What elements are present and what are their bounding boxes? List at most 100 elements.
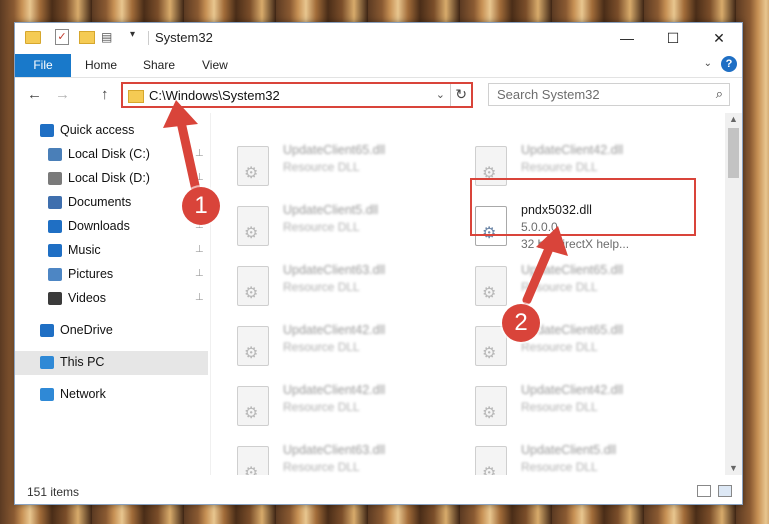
gear-icon: ⚙ xyxy=(244,405,259,422)
file-item[interactable]: ⚙ UpdateClient65.dll Resource DLL xyxy=(450,321,670,371)
title-bar: ✓ ▤ ▾ System32 — ☐ ✕ xyxy=(15,23,742,53)
navigation-bar: ← → ↑ C:\Windows\System32 ⌄ ↻ Search Sys… xyxy=(15,78,742,112)
file-detail: Resource DLL xyxy=(283,220,360,234)
computer-icon xyxy=(40,356,54,369)
expand-ribbon-chevron-icon[interactable]: ⌄ xyxy=(704,58,712,69)
file-item[interactable]: ⚙ UpdateClient42.dll Resource DLL xyxy=(212,321,432,371)
star-icon xyxy=(40,124,54,137)
file-detail: Resource DLL xyxy=(521,460,598,474)
file-detail: Resource DLL xyxy=(283,340,360,354)
pane-divider[interactable] xyxy=(210,113,211,475)
sidebar-item-this-pc[interactable]: This PC xyxy=(15,351,208,375)
gear-icon: ⚙ xyxy=(244,165,259,182)
file-name: UpdateClient42.dll xyxy=(521,143,624,157)
scrollbar-thumb[interactable] xyxy=(728,128,739,178)
dll-file-icon: ⚙ xyxy=(475,386,507,426)
window-title: System32 xyxy=(155,30,213,45)
file-name: UpdateClient5.dll xyxy=(283,203,379,217)
back-button[interactable]: ← xyxy=(27,86,42,103)
file-item[interactable]: ⚙ UpdateClient5.dll Resource DLL xyxy=(450,441,670,475)
close-button[interactable]: ✕ xyxy=(696,23,742,53)
new-folder-icon[interactable] xyxy=(79,31,95,44)
quick-access-toolbar-dropdown[interactable]: ▾ xyxy=(130,29,135,40)
sidebar-item-quick-access[interactable]: Quick access xyxy=(15,119,208,143)
dll-file-icon: ⚙ xyxy=(237,446,269,475)
network-icon xyxy=(40,388,54,401)
refresh-button[interactable]: ↻ xyxy=(455,86,467,103)
file-highlight-box xyxy=(470,178,696,236)
dll-file-icon: ⚙ xyxy=(475,266,507,306)
pin-icon: ⊥ xyxy=(195,292,204,303)
folder-icon xyxy=(128,90,144,103)
gear-icon: ⚙ xyxy=(244,285,259,302)
address-divider xyxy=(450,84,451,106)
sidebar-item-documents[interactable]: Documents⊥ xyxy=(15,191,208,215)
file-detail: Resource DLL xyxy=(283,160,360,174)
sidebar-item-label: Documents xyxy=(68,195,132,209)
sidebar-item-label: Downloads xyxy=(68,219,130,233)
status-bar: 151 items xyxy=(15,478,742,504)
file-item[interactable]: ⚙ UpdateClient63.dll Resource DLL xyxy=(212,441,432,475)
sidebar-item-downloads[interactable]: Downloads ⊥ xyxy=(15,215,208,239)
drive-icon xyxy=(48,148,62,161)
tab-share[interactable]: Share xyxy=(143,54,175,77)
sidebar-item-label: Videos xyxy=(68,291,106,305)
address-history-dropdown[interactable]: ⌄ xyxy=(436,88,445,101)
pin-icon: ⊥ xyxy=(195,244,204,255)
file-detail: Resource DLL xyxy=(283,280,360,294)
file-item[interactable]: ⚙ UpdateClient63.dll Resource DLL xyxy=(212,261,432,311)
tab-home[interactable]: Home xyxy=(85,54,117,77)
sidebar-item-network[interactable]: Network xyxy=(15,383,208,407)
sidebar-item-label: Local Disk (C:) xyxy=(68,147,150,161)
scroll-down-arrow-icon[interactable]: ▼ xyxy=(729,463,738,473)
address-bar[interactable]: C:\Windows\System32 ⌄ ↻ xyxy=(121,82,473,108)
customize-icon[interactable]: ▤ xyxy=(101,30,112,44)
details-view-icon[interactable] xyxy=(697,485,711,497)
minimize-button[interactable]: — xyxy=(604,23,650,53)
file-item[interactable]: ⚙ UpdateClient42.dll Resource DLL xyxy=(450,381,670,431)
search-icon[interactable]: ⌕ xyxy=(716,86,723,102)
large-icons-view-icon[interactable] xyxy=(718,485,732,497)
pictures-icon xyxy=(48,268,62,281)
navigation-pane: Quick access Local Disk (C:) ⊥ Local Disk (… xyxy=(15,113,208,475)
properties-check-icon[interactable]: ✓ xyxy=(55,29,69,45)
search-input[interactable]: Search System32 ⌕ xyxy=(488,83,730,106)
sidebar-item-label: Network xyxy=(60,387,106,401)
sidebar-item-label: Music xyxy=(68,243,101,257)
vertical-scrollbar[interactable]: ▲ ▼ xyxy=(725,113,742,475)
tab-file[interactable]: File xyxy=(15,54,71,77)
file-detail: Resource DLL xyxy=(283,460,360,474)
sidebar-item-videos[interactable]: Videos ⊥ xyxy=(15,287,208,311)
file-item[interactable]: ⚙ UpdateClient42.dll Resource DLL xyxy=(212,381,432,431)
gear-icon: ⚙ xyxy=(482,345,497,362)
maximize-button[interactable]: ☐ xyxy=(650,23,696,53)
videos-icon xyxy=(48,292,62,305)
file-item[interactable]: ⚙ UpdateClient65.dll Resource DLL xyxy=(450,261,670,311)
file-detail: Resource DLL xyxy=(521,280,598,294)
sidebar-item-label: Local Disk (D:) xyxy=(68,171,150,185)
tab-view[interactable]: View xyxy=(202,54,228,77)
sidebar-item-pictures[interactable]: Pictures ⊥ xyxy=(15,263,208,287)
help-icon[interactable]: ? xyxy=(721,56,737,72)
file-detail: Resource DLL xyxy=(283,400,360,414)
up-button[interactable]: ↑ xyxy=(101,86,109,103)
file-detail: Resource DLL xyxy=(521,400,598,414)
file-item[interactable]: ⚙ UpdateClient5.dll Resource DLL xyxy=(212,201,432,251)
file-detail: Resource DLL xyxy=(521,160,598,174)
dll-file-icon: ⚙ xyxy=(237,266,269,306)
address-path[interactable]: C:\Windows\System32 xyxy=(149,88,280,103)
sidebar-item-local-disk-d[interactable]: Local Disk (D:) ⊥ xyxy=(15,167,208,191)
dll-file-icon: ⚙ xyxy=(237,206,269,246)
dll-file-icon: ⚙ xyxy=(237,386,269,426)
file-item[interactable]: ⚙ UpdateClient65.dll Resource DLL xyxy=(212,141,432,191)
sidebar-item-local-disk-c[interactable]: Local Disk (C:) ⊥ xyxy=(15,143,208,167)
sidebar-item-onedrive[interactable]: OneDrive xyxy=(15,319,208,343)
sidebar-item-label: Pictures xyxy=(68,267,114,281)
sidebar-item-music[interactable]: Music ⊥ xyxy=(15,239,208,263)
forward-button[interactable]: → xyxy=(55,86,70,103)
callout-2: 2 xyxy=(502,304,540,342)
sidebar-item-label: This PC xyxy=(60,355,105,369)
gear-icon: ⚙ xyxy=(244,465,259,475)
scroll-up-arrow-icon[interactable]: ▲ xyxy=(729,114,738,124)
ribbon: File Home Share View ⌄ ? xyxy=(15,53,742,78)
